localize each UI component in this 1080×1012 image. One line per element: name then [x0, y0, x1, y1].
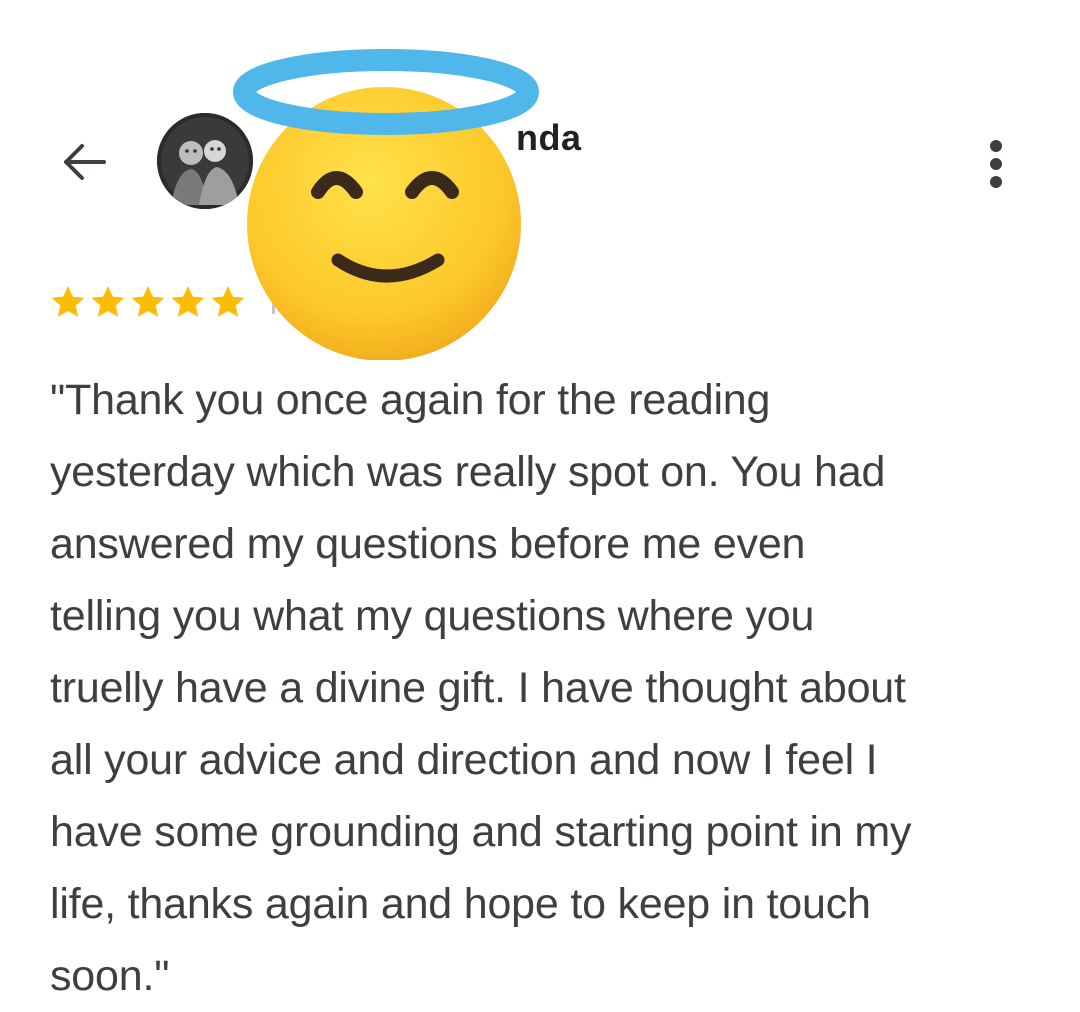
star-rating: [48, 282, 248, 322]
star-icon: [171, 286, 205, 317]
smiling-face-with-halo-icon: [232, 40, 542, 361]
back-button[interactable]: [52, 130, 116, 194]
more-vertical-icon: [990, 140, 1002, 188]
star-icon: [131, 286, 165, 317]
arrow-left-icon: [64, 144, 106, 180]
more-options-button[interactable]: [970, 128, 1022, 200]
review-text: "Thank you once again for the reading ye…: [50, 376, 912, 1000]
star-icon: [91, 286, 125, 317]
star-icon: [51, 286, 85, 317]
